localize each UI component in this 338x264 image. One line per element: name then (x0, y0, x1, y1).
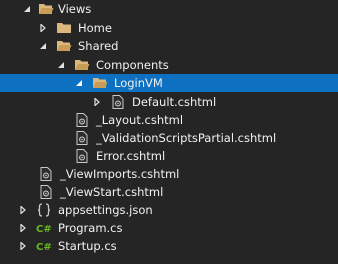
razor-file-icon (38, 166, 54, 182)
folder-open-icon (38, 1, 54, 17)
tree-item-label: LoginVM (114, 76, 163, 90)
tree-item-startup-cs[interactable]: C# Startup.cs (0, 237, 338, 255)
folder-open-icon (74, 57, 90, 73)
tree-item-viewimports-cshtml[interactable]: _ViewImports.cshtml (0, 165, 338, 183)
tree-item-label: Program.cs (58, 221, 123, 235)
chevron-collapsed-icon[interactable] (18, 201, 28, 219)
tree-item-label: Shared (78, 39, 119, 53)
folder-open-icon (92, 75, 108, 91)
chevron-expanded-icon[interactable] (22, 0, 32, 18)
chevron-collapsed-icon[interactable] (18, 219, 28, 237)
chevron-expanded-icon[interactable] (38, 37, 48, 55)
razor-file-icon (74, 112, 90, 128)
chevron-collapsed-icon[interactable] (38, 19, 48, 37)
tree-item-viewstart-cshtml[interactable]: _ViewStart.cshtml (0, 183, 338, 201)
razor-file-icon (38, 184, 54, 200)
json-file-icon (36, 202, 52, 218)
tree-item-components[interactable]: Components (0, 56, 338, 74)
razor-file-icon (74, 148, 90, 164)
tree-item-label: _ViewImports.cshtml (60, 167, 180, 181)
chevron-expanded-icon[interactable] (56, 56, 66, 74)
tree-item-default-cshtml[interactable]: Default.cshtml (0, 93, 338, 111)
tree-item-label: _ViewStart.cshtml (60, 185, 164, 199)
tree-item-label: _Layout.cshtml (96, 113, 184, 127)
tree-item-label: Default.cshtml (132, 95, 217, 109)
chevron-collapsed-icon[interactable] (92, 93, 102, 111)
razor-file-icon (110, 94, 126, 110)
csharp-file-icon: C# (36, 220, 52, 236)
tree-item-appsettings-json[interactable]: appsettings.json (0, 201, 338, 219)
svg-text:C#: C# (36, 224, 52, 235)
tree-item-label: _ValidationScriptsPartial.cshtml (96, 131, 277, 145)
tree-item-validation-cshtml[interactable]: _ValidationScriptsPartial.cshtml (0, 129, 338, 147)
tree-item-views[interactable]: Views (0, 0, 338, 18)
svg-text:C#: C# (36, 242, 52, 253)
tree-item-loginvm[interactable]: LoginVM (0, 74, 338, 92)
tree-item-label: Components (96, 58, 169, 72)
chevron-expanded-icon[interactable] (74, 74, 84, 92)
csharp-file-icon: C# (36, 238, 52, 254)
tree-item-label: Views (58, 2, 92, 16)
chevron-collapsed-icon[interactable] (18, 237, 28, 255)
folder-open-icon (56, 38, 72, 54)
tree-item-label: Home (78, 21, 112, 35)
tree-item-layout-cshtml[interactable]: _Layout.cshtml (0, 111, 338, 129)
tree-item-error-cshtml[interactable]: Error.cshtml (0, 147, 338, 165)
tree-item-label: appsettings.json (58, 203, 153, 217)
tree-item-label: Error.cshtml (96, 149, 166, 163)
folder-icon (56, 20, 72, 36)
tree-item-program-cs[interactable]: C# Program.cs (0, 219, 338, 237)
tree-item-home[interactable]: Home (0, 19, 338, 37)
tree-item-label: Startup.cs (58, 239, 117, 253)
razor-file-icon (74, 130, 90, 146)
tree-item-shared[interactable]: Shared (0, 37, 338, 55)
